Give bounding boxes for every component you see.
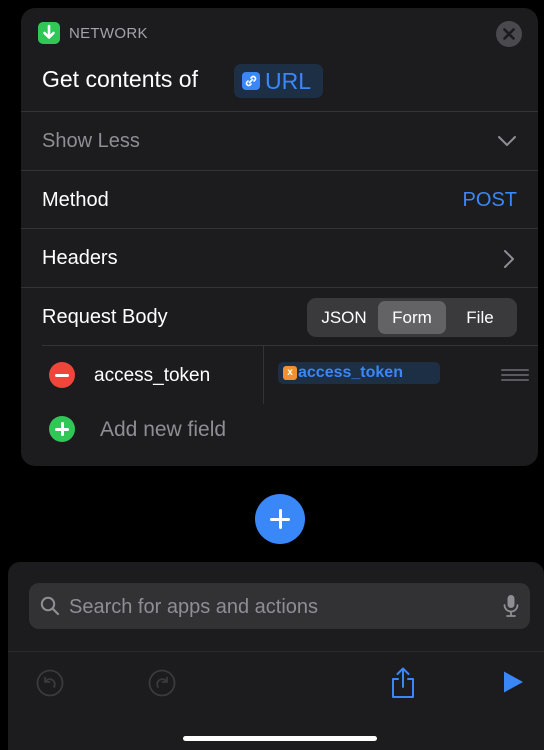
field-value-chip[interactable]: x access_token (278, 362, 440, 384)
play-icon[interactable] (502, 670, 524, 694)
url-variable-chip[interactable]: URL (234, 64, 324, 98)
headers-label: Headers (42, 247, 118, 269)
chevron-down-icon (498, 136, 516, 146)
undo-icon[interactable] (35, 668, 65, 698)
add-field-label: Add new field (100, 418, 227, 441)
add-field-icon[interactable] (49, 416, 75, 442)
segment-file[interactable]: File (446, 301, 514, 334)
home-indicator (183, 736, 377, 741)
action-header: NETWORK Get contents of URL (21, 8, 538, 120)
redo-icon[interactable] (147, 668, 177, 698)
body-type-segmented-control[interactable]: JSON Form File (307, 298, 517, 337)
download-arrow-icon (38, 22, 60, 44)
request-body-row: Request Body JSON Form File (21, 287, 538, 345)
segment-json[interactable]: JSON (310, 301, 378, 334)
segment-form[interactable]: Form (378, 301, 446, 334)
form-field-row: access_token x access_token (42, 345, 538, 404)
remove-field-icon[interactable] (49, 362, 75, 388)
add-field-row[interactable]: Add new field (42, 403, 538, 461)
field-divider (263, 346, 264, 404)
show-less-label: Show Less (42, 130, 140, 152)
microphone-icon[interactable] (502, 594, 520, 618)
method-row[interactable]: Method POST (21, 170, 538, 228)
category-label: NETWORK (69, 25, 148, 42)
search-placeholder: Search for apps and actions (69, 596, 319, 618)
field-key[interactable]: access_token (94, 365, 210, 387)
chevron-right-icon (504, 250, 514, 268)
method-label: Method (42, 189, 109, 211)
close-icon[interactable] (496, 21, 522, 47)
add-action-button[interactable] (255, 494, 305, 544)
action-title: Get contents of (42, 66, 198, 92)
variable-x-icon: x (283, 366, 297, 380)
search-input[interactable]: Search for apps and actions (29, 583, 530, 629)
field-value: access_token (298, 364, 403, 381)
search-icon (40, 596, 60, 616)
share-icon[interactable] (389, 666, 417, 700)
show-less-row[interactable]: Show Less (21, 111, 538, 169)
action-search-sheet: Search for apps and actions (8, 562, 544, 750)
action-card: NETWORK Get contents of URL Show Less Me… (21, 8, 538, 466)
url-variable-label: URL (265, 67, 312, 94)
link-icon (242, 72, 260, 90)
request-body-label: Request Body (42, 306, 168, 328)
drag-handle-icon[interactable] (501, 369, 529, 381)
editor-toolbar (8, 651, 544, 711)
method-value[interactable]: POST (463, 189, 517, 212)
headers-row[interactable]: Headers (21, 228, 538, 286)
